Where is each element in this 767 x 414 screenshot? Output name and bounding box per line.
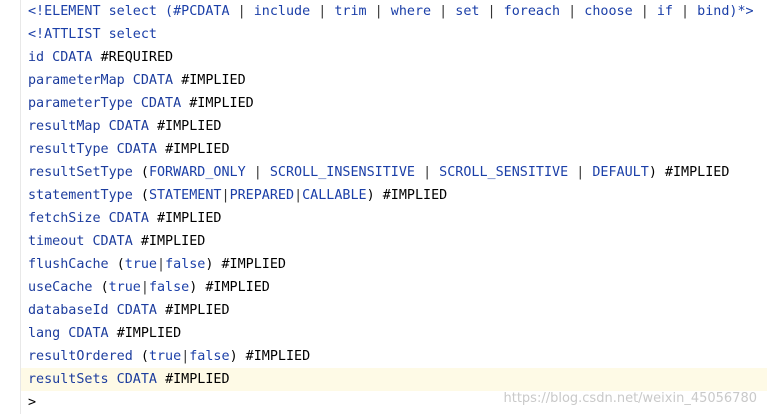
code-token: databaseId CDATA <box>28 303 166 318</box>
separator-token: | <box>423 165 432 180</box>
code-token: ) #IMPLIED <box>648 165 730 180</box>
code-token: statementType <box>28 188 141 203</box>
code-token: DEFAULT <box>584 165 649 180</box>
code-token: FORWARD_ONLY <box>148 165 254 180</box>
code-token: <!ELEMENT select (#PCDATA <box>28 4 238 19</box>
code-token: ) #IMPLIED <box>189 280 270 295</box>
code-token: false <box>165 257 206 272</box>
separator-token: | <box>140 280 149 295</box>
separator-token: | <box>157 257 166 272</box>
code-line[interactable]: resultOrdered (true|false) #IMPLIED <box>28 345 310 368</box>
code-token: resultSets CDATA <box>28 372 166 387</box>
code-line[interactable]: resultSetType (FORWARD_ONLY | SCROLL_INS… <box>28 161 729 184</box>
code-token: lang CDATA <box>28 326 117 341</box>
code-token: bind)*> <box>689 4 754 19</box>
code-token: true <box>148 349 182 364</box>
code-token: useCache <box>28 280 101 295</box>
code-token: #IMPLIED <box>140 234 206 249</box>
code-token: #IMPLIED <box>181 73 246 88</box>
code-token: ( <box>140 188 149 203</box>
code-token: fetchSize CDATA <box>28 211 157 226</box>
code-line[interactable]: timeout CDATA #IMPLIED <box>28 230 205 253</box>
code-token: #IMPLIED <box>165 372 230 387</box>
code-token: where <box>382 4 440 19</box>
watermark: https://blog.csdn.net/weixin_45056780 <box>503 391 757 406</box>
code-line[interactable]: id CDATA #REQUIRED <box>28 46 173 69</box>
code-token: false <box>189 349 230 364</box>
code-token: #IMPLIED <box>189 96 254 111</box>
code-token: true <box>108 280 141 295</box>
code-token: #IMPLIED <box>157 211 222 226</box>
code-token: STATEMENT <box>148 188 222 203</box>
code-token: false <box>148 280 190 295</box>
code-line[interactable]: parameterType CDATA #IMPLIED <box>28 92 254 115</box>
code-token: ( <box>100 280 109 295</box>
code-token: #IMPLIED <box>165 303 230 318</box>
separator-token: | <box>221 188 230 203</box>
code-token: resultMap CDATA <box>28 119 157 134</box>
code-line[interactable]: > <box>28 391 36 414</box>
code-token: choose <box>576 4 641 19</box>
code-token: ) #IMPLIED <box>366 188 448 203</box>
code-line[interactable]: fetchSize CDATA #IMPLIED <box>28 207 222 230</box>
code-token: if <box>648 4 682 19</box>
code-token: ( <box>116 257 125 272</box>
code-token: <!ATTLIST select <box>28 27 157 42</box>
code-token: flushCache <box>28 257 117 272</box>
code-line[interactable]: <!ATTLIST select <box>28 23 157 46</box>
code-token: parameterMap CDATA <box>28 73 182 88</box>
code-token: resultSetType <box>28 165 141 180</box>
separator-token: | <box>640 4 649 19</box>
code-line[interactable]: databaseId CDATA #IMPLIED <box>28 299 230 322</box>
code-line[interactable]: statementType (STATEMENT|PREPARED|CALLAB… <box>28 184 447 207</box>
code-token: #IMPLIED <box>165 142 230 157</box>
code-editor[interactable]: <!ELEMENT select (#PCDATA | include | tr… <box>0 0 767 414</box>
code-token: ) #IMPLIED <box>229 349 311 364</box>
code-token: #IMPLIED <box>116 326 182 341</box>
code-token: foreach <box>495 4 569 19</box>
code-token: resultOrdered <box>28 349 141 364</box>
code-token: SCROLL_SENSITIVE <box>431 165 577 180</box>
code-token: #IMPLIED <box>157 119 222 134</box>
code-token: ( <box>140 165 149 180</box>
code-token: ( <box>140 349 149 364</box>
code-token: > <box>28 395 37 410</box>
separator-token: | <box>253 165 262 180</box>
code-line[interactable]: lang CDATA #IMPLIED <box>28 322 181 345</box>
code-token: set <box>447 4 488 19</box>
code-token: parameterType CDATA <box>28 96 190 111</box>
code-token: #REQUIRED <box>100 50 174 65</box>
line-gutter <box>0 0 21 414</box>
code-token: PREPARED <box>229 188 295 203</box>
code-line[interactable]: resultSets CDATA #IMPLIED <box>21 368 767 391</box>
code-line[interactable]: <!ELEMENT select (#PCDATA | include | tr… <box>28 0 754 23</box>
code-line[interactable]: flushCache (true|false) #IMPLIED <box>28 253 286 276</box>
separator-token: | <box>487 4 496 19</box>
separator-token: | <box>374 4 383 19</box>
code-line[interactable]: parameterMap CDATA #IMPLIED <box>28 69 246 92</box>
code-token: SCROLL_INSENSITIVE <box>261 165 424 180</box>
code-token: trim <box>326 4 375 19</box>
code-token: ) #IMPLIED <box>205 257 286 272</box>
code-line[interactable]: useCache (true|false) #IMPLIED <box>28 276 270 299</box>
code-token: resultType CDATA <box>28 142 166 157</box>
code-token: timeout CDATA <box>28 234 141 249</box>
separator-token: | <box>237 4 246 19</box>
code-token: id CDATA <box>28 50 101 65</box>
code-token: include <box>245 4 319 19</box>
separator-token: | <box>294 188 303 203</box>
code-token: CALLABLE <box>302 188 367 203</box>
code-token: true <box>124 257 157 272</box>
code-line[interactable]: resultType CDATA #IMPLIED <box>28 138 230 161</box>
separator-token: | <box>681 4 690 19</box>
code-line[interactable]: resultMap CDATA #IMPLIED <box>28 115 222 138</box>
